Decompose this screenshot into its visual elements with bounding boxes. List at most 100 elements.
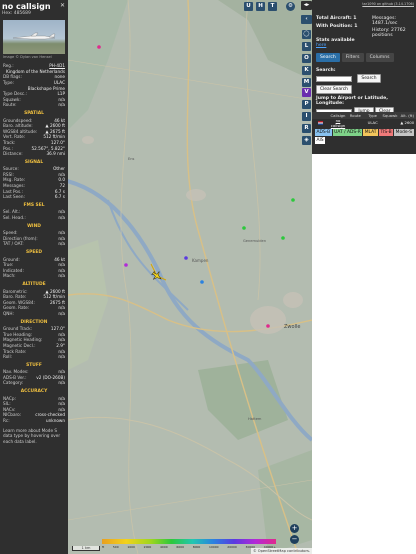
info-value: n/a <box>58 102 65 108</box>
search-button[interactable]: Search <box>357 74 381 83</box>
map-side-button-l[interactable]: L <box>302 42 311 51</box>
tab-columns[interactable]: Columns <box>365 53 394 62</box>
map-side-button-i[interactable]: I <box>302 112 311 121</box>
section-title[interactable]: DIRECTION <box>0 320 68 326</box>
info-value: unknown <box>45 418 65 424</box>
sidebar-tabs: Search Filters Columns <box>316 53 394 62</box>
map-side-button-m[interactable]: M <box>302 78 311 87</box>
altitude-legend-label: 8000 <box>192 545 201 549</box>
aircraft-dot[interactable] <box>242 226 246 230</box>
map-button-t[interactable]: T <box>268 2 277 11</box>
map-attribution[interactable]: © OpenStreetMap contributors. <box>251 548 312 554</box>
map-side-button-k[interactable]: K <box>302 66 311 75</box>
map-side-button-v[interactable]: V <box>302 88 311 97</box>
selected-callsign: no callsign <box>2 2 51 11</box>
map-label-zwolle: Zwolle <box>284 324 300 330</box>
column-header[interactable]: Type <box>364 113 381 118</box>
column-header[interactable]: Alt. (ft) <box>399 113 416 118</box>
info-value: n/a <box>58 310 65 316</box>
section-title[interactable]: SPEED <box>0 250 68 256</box>
version-link[interactable]: tar1090 on github (3.14.1706) <box>362 2 414 6</box>
row-callsign[interactable]: no callsign <box>329 118 346 128</box>
map-button-u[interactable]: U <box>244 2 253 11</box>
aircraft-dot[interactable] <box>266 324 270 328</box>
jump-label: Jump to Airport or Latitude, Longitude: <box>316 96 388 106</box>
footer-note: Learn more about Mode S data type by hov… <box>3 427 61 444</box>
settings-icon[interactable]: ⚙ <box>286 2 295 11</box>
section-title[interactable]: STUFF <box>0 363 68 369</box>
info-key: Distance: <box>3 151 23 157</box>
section-title[interactable]: SIGNAL <box>0 160 68 166</box>
source-badge: AIS <box>315 137 326 144</box>
map-side-button-p[interactable]: P <box>302 100 311 109</box>
info-row: Roll: n/a <box>0 354 68 360</box>
stats-block: Total Aircraft: 1 With Position: 1 Messa… <box>316 16 414 48</box>
table-row[interactable]: no callsign ULAC ▲ 2600 <box>312 118 416 128</box>
aircraft-dot[interactable] <box>281 236 285 240</box>
stat-history: History: 27762 positions <box>372 28 406 38</box>
column-header[interactable]: Squawk <box>381 113 398 118</box>
stats-link[interactable]: here <box>316 43 414 48</box>
info-value: n/a <box>58 380 65 386</box>
photo-credit: Image © Dylan van Hensel <box>3 54 52 59</box>
map[interactable]: Kampen Zwolle Genemuiden Ens Hattem U H … <box>68 0 312 554</box>
source-badge: Mode-S <box>394 129 414 136</box>
altitude-legend-label: ft <box>102 545 105 549</box>
info-value: n/a <box>58 273 65 279</box>
aircraft-info-panel: no callsign Hex: 485689 ✕ Image © Dylan … <box>0 0 68 554</box>
info-row: Category: n/a <box>0 380 68 386</box>
toggle-sidebar-icon[interactable]: ◂▸ <box>301 1 312 10</box>
info-row: Distance: 36.9 nmi <box>0 151 68 157</box>
map-side-button-filter[interactable]: ◈ <box>302 136 311 145</box>
close-icon[interactable]: ✕ <box>60 3 65 9</box>
map-canvas[interactable]: Kampen Zwolle Genemuiden Ens Hattem <box>68 0 312 554</box>
section-title[interactable]: WIND <box>0 224 68 230</box>
country-flag-icon <box>312 120 329 125</box>
info-key: Last Seen: <box>3 194 25 200</box>
source-legend: ADS-B UAT / ADS-R MLAT TIS-B Mode-S AIS <box>315 129 415 144</box>
map-label-hattem: Hattem <box>248 417 262 421</box>
aircraft-dot[interactable] <box>124 263 128 267</box>
info-value: n/a <box>58 354 65 360</box>
collapse-arrow-icon[interactable]: ‹ <box>301 15 312 24</box>
section-title[interactable]: FMS SEL <box>0 203 68 209</box>
aircraft-dot[interactable] <box>291 198 295 202</box>
search-input[interactable] <box>316 75 352 82</box>
section-title[interactable]: ALTITUDE <box>0 282 68 288</box>
sidebar: tar1090 on github (3.14.1706) Total Airc… <box>312 0 416 554</box>
clear-search-button[interactable]: Clear Search <box>316 85 352 94</box>
section-title[interactable]: ACCURACY <box>0 389 68 395</box>
tab-search[interactable]: Search <box>316 53 340 62</box>
info-key: Type: <box>3 79 15 85</box>
zoom-out-button[interactable]: − <box>290 535 299 544</box>
source-badge: MLAT <box>363 129 378 136</box>
aircraft-photo[interactable] <box>3 19 65 54</box>
altitude-legend-label: 6000 <box>176 545 184 549</box>
map-button-h[interactable]: H <box>256 2 265 11</box>
aircraft-dot[interactable] <box>184 256 188 260</box>
info-row: TAT / OAT: n/a <box>0 241 68 247</box>
altitude-legend-label: 2000 <box>143 545 152 549</box>
altitude-legend-label: 1000 <box>127 545 135 549</box>
aircraft-dot[interactable] <box>97 45 101 49</box>
aircraft-dot[interactable] <box>200 280 204 284</box>
info-value: 36.9 nmi <box>46 151 65 157</box>
altitude-legend-label: 10000 <box>209 545 219 549</box>
info-key: QNH: <box>3 310 14 316</box>
map-side-button-circle[interactable]: ◯ <box>302 30 311 39</box>
scale-bar: 1 km <box>72 546 100 551</box>
info-row: Last Seen: 6.7 s <box>0 194 68 200</box>
altitude-legend-label: 500 <box>112 545 119 549</box>
map-side-button-r[interactable]: R <box>302 124 311 133</box>
aircraft-info-list: Reg.: PH-4D1 Kingdom of the Netherlands DB … <box>0 63 68 108</box>
aircraft-table-header: Callsign Route Type Squawk Alt. (ft) <box>312 112 416 119</box>
info-key: Category: <box>3 380 24 386</box>
section-title[interactable]: SPATIAL <box>0 111 68 117</box>
tab-filters[interactable]: Filters <box>341 53 364 62</box>
column-header[interactable]: Route <box>347 113 364 118</box>
map-side-button-o[interactable]: O <box>302 54 311 63</box>
altitude-legend-labels: ft 500 1000 2000 4000 6000 8000 10000 20000 30000… <box>102 545 276 549</box>
search-form: Search: Search Clear Search Jump to Airp… <box>316 68 414 116</box>
info-row: QNH: n/a <box>0 311 68 317</box>
zoom-in-button[interactable]: + <box>290 524 299 533</box>
